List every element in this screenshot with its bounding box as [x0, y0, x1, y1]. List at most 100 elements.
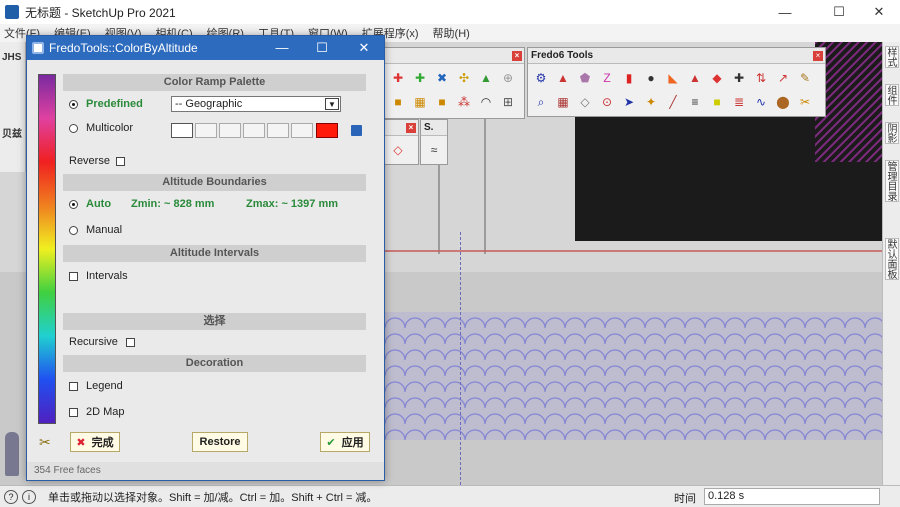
tool-icon[interactable]: ✣	[453, 67, 475, 89]
section-color-ramp: Color Ramp Palette	[63, 74, 366, 91]
close-icon[interactable]: ×	[512, 51, 522, 61]
measurements-box[interactable]: 0.128 s	[704, 488, 880, 505]
geo-location-icon[interactable]: ?	[4, 489, 18, 504]
fredo-tool-icon[interactable]: ⊙	[596, 91, 618, 113]
check-icon: ✔	[326, 436, 336, 449]
fredo-tool-icon[interactable]: ≣	[728, 91, 750, 113]
tools-icon[interactable]: ✂	[39, 434, 51, 451]
done-button[interactable]: ✖ 完成	[70, 432, 120, 452]
fredo-tool-icon[interactable]: ✎	[794, 67, 816, 89]
floating-toolbar-a-title: ×	[385, 48, 524, 64]
fredo-tool-icon[interactable]: ⬤	[772, 91, 794, 113]
tool-icon[interactable]: ■	[387, 91, 409, 113]
tray-tab-shadows[interactable]: 阴影	[885, 122, 899, 144]
tool-icon[interactable]: ✚	[387, 67, 409, 89]
map2d-checkbox[interactable]	[69, 407, 78, 417]
predefined-radio[interactable]	[69, 99, 78, 109]
tool-icon[interactable]: ▲	[475, 67, 497, 89]
predefined-option[interactable]: Predefined	[69, 98, 143, 110]
map2d-label: 2D Map	[86, 406, 125, 418]
restore-button[interactable]: Restore	[192, 432, 248, 452]
legend-option[interactable]: Legend	[69, 380, 123, 392]
fredo-tool-icon[interactable]: ✦	[640, 91, 662, 113]
color-swatch[interactable]	[219, 123, 241, 138]
tray-tab-components[interactable]: 组件	[885, 84, 899, 106]
status-hint: 单击或拖动以选择对象。Shift = 加/减。Ctrl = 加。Shift + …	[48, 491, 378, 504]
tool-icon[interactable]: ◇	[387, 139, 409, 161]
fredo-tool-icon[interactable]: ⚙	[530, 67, 552, 89]
fredo-tool-icon[interactable]: ⌕	[530, 91, 552, 113]
fredo-tool-icon[interactable]: ◇	[574, 91, 596, 113]
fredo-tool-icon[interactable]: ▮	[618, 67, 640, 89]
floating-toolbar-b-title: ×	[385, 120, 418, 136]
dialog-minimize-button[interactable]: —	[262, 36, 302, 60]
minimize-button[interactable]: —	[762, 0, 808, 24]
fredo-tool-icon[interactable]: ●	[640, 67, 662, 89]
fredo-tool-icon[interactable]: ≡	[684, 91, 706, 113]
fredo-tool-icon[interactable]: ➤	[618, 91, 640, 113]
color-swatch[interactable]	[316, 123, 338, 138]
fredo-tool-icon[interactable]: ∿	[750, 91, 772, 113]
manual-label: Manual	[86, 224, 123, 236]
palette-select[interactable]: -- Geographic ▼	[171, 96, 341, 112]
fredo-tool-icon[interactable]: ⇅	[750, 67, 772, 89]
fredo-tool-icon[interactable]: ▦	[552, 91, 574, 113]
fredo-tool-icon[interactable]: ↗	[772, 67, 794, 89]
save-icon[interactable]	[351, 125, 362, 136]
apply-button[interactable]: ✔ 应用	[320, 432, 370, 452]
close-icon[interactable]: ×	[813, 51, 823, 61]
fredo-tool-icon[interactable]: ■	[706, 91, 728, 113]
menu-help[interactable]: 帮助(H)	[433, 25, 470, 41]
fredo-tool-icon[interactable]: ◆	[706, 67, 728, 89]
color-swatch[interactable]	[243, 123, 265, 138]
chevron-down-icon[interactable]: ▼	[325, 98, 339, 110]
tool-icon[interactable]: ▦	[409, 91, 431, 113]
map2d-option[interactable]: 2D Map	[69, 406, 125, 418]
dialog-maximize-button[interactable]: ☐	[302, 36, 342, 60]
auto-radio[interactable]	[69, 199, 78, 209]
dialog-close-button[interactable]: ✕	[344, 36, 384, 60]
fredo-tool-icon[interactable]: ▲	[684, 67, 706, 89]
close-button[interactable]: ✕	[856, 0, 900, 24]
tray-tab-default-panel[interactable]: 默认面板	[885, 238, 899, 280]
tool-icon[interactable]: ≈	[423, 139, 445, 161]
manual-option[interactable]: Manual	[69, 224, 122, 236]
multicolor-radio[interactable]	[69, 123, 78, 133]
tool-icon[interactable]: ⊞	[497, 91, 519, 113]
intervals-option[interactable]: Intervals	[69, 270, 128, 282]
color-swatch[interactable]	[171, 123, 193, 138]
tool-icon[interactable]: ■	[431, 91, 453, 113]
intervals-checkbox[interactable]	[69, 271, 78, 281]
manual-radio[interactable]	[69, 225, 78, 235]
tool-icon[interactable]: ◠	[475, 91, 497, 113]
tray-tab-styles[interactable]: 样式	[885, 46, 899, 68]
color-swatch[interactable]	[267, 123, 289, 138]
color-swatch[interactable]	[195, 123, 217, 138]
fredo-tool-icon[interactable]: ╱	[662, 91, 684, 113]
color-swatch[interactable]	[291, 123, 313, 138]
multicolor-option[interactable]: Multicolor	[69, 122, 133, 134]
reverse-option[interactable]: Reverse	[69, 155, 125, 167]
fredo-tool-icon[interactable]: ⬟	[574, 67, 596, 89]
tool-icon[interactable]: ⁂	[453, 91, 475, 113]
fredo-tool-icon[interactable]: ✂	[794, 91, 816, 113]
reverse-label: Reverse	[69, 155, 110, 167]
fredo-tool-icon[interactable]: ▲	[552, 67, 574, 89]
fredo-tool-icon[interactable]: Z	[596, 67, 618, 89]
dialog-titlebar[interactable]: FredoTools::ColorByAltitude — ☐ ✕	[27, 36, 384, 60]
reverse-checkbox[interactable]	[115, 156, 125, 166]
auto-option[interactable]: Auto	[69, 198, 111, 210]
tray-tab-manage-folder[interactable]: 管理目录	[885, 160, 899, 202]
info-icon[interactable]: i	[22, 489, 36, 504]
tool-icon[interactable]: ✚	[409, 67, 431, 89]
tool-icon[interactable]: ✖	[431, 67, 453, 89]
recursive-option[interactable]: Recursive	[69, 336, 135, 348]
legend-checkbox[interactable]	[69, 381, 78, 391]
zmin-readout: Zmin: ~ 828 mm	[131, 198, 215, 210]
fredo-tool-icon[interactable]: ✚	[728, 67, 750, 89]
close-icon[interactable]: ×	[406, 123, 416, 133]
tool-icon[interactable]: ⊕	[497, 67, 519, 89]
recursive-checkbox[interactable]	[125, 337, 135, 347]
recursive-label: Recursive	[69, 336, 118, 348]
fredo-tool-icon[interactable]: ◣	[662, 67, 684, 89]
